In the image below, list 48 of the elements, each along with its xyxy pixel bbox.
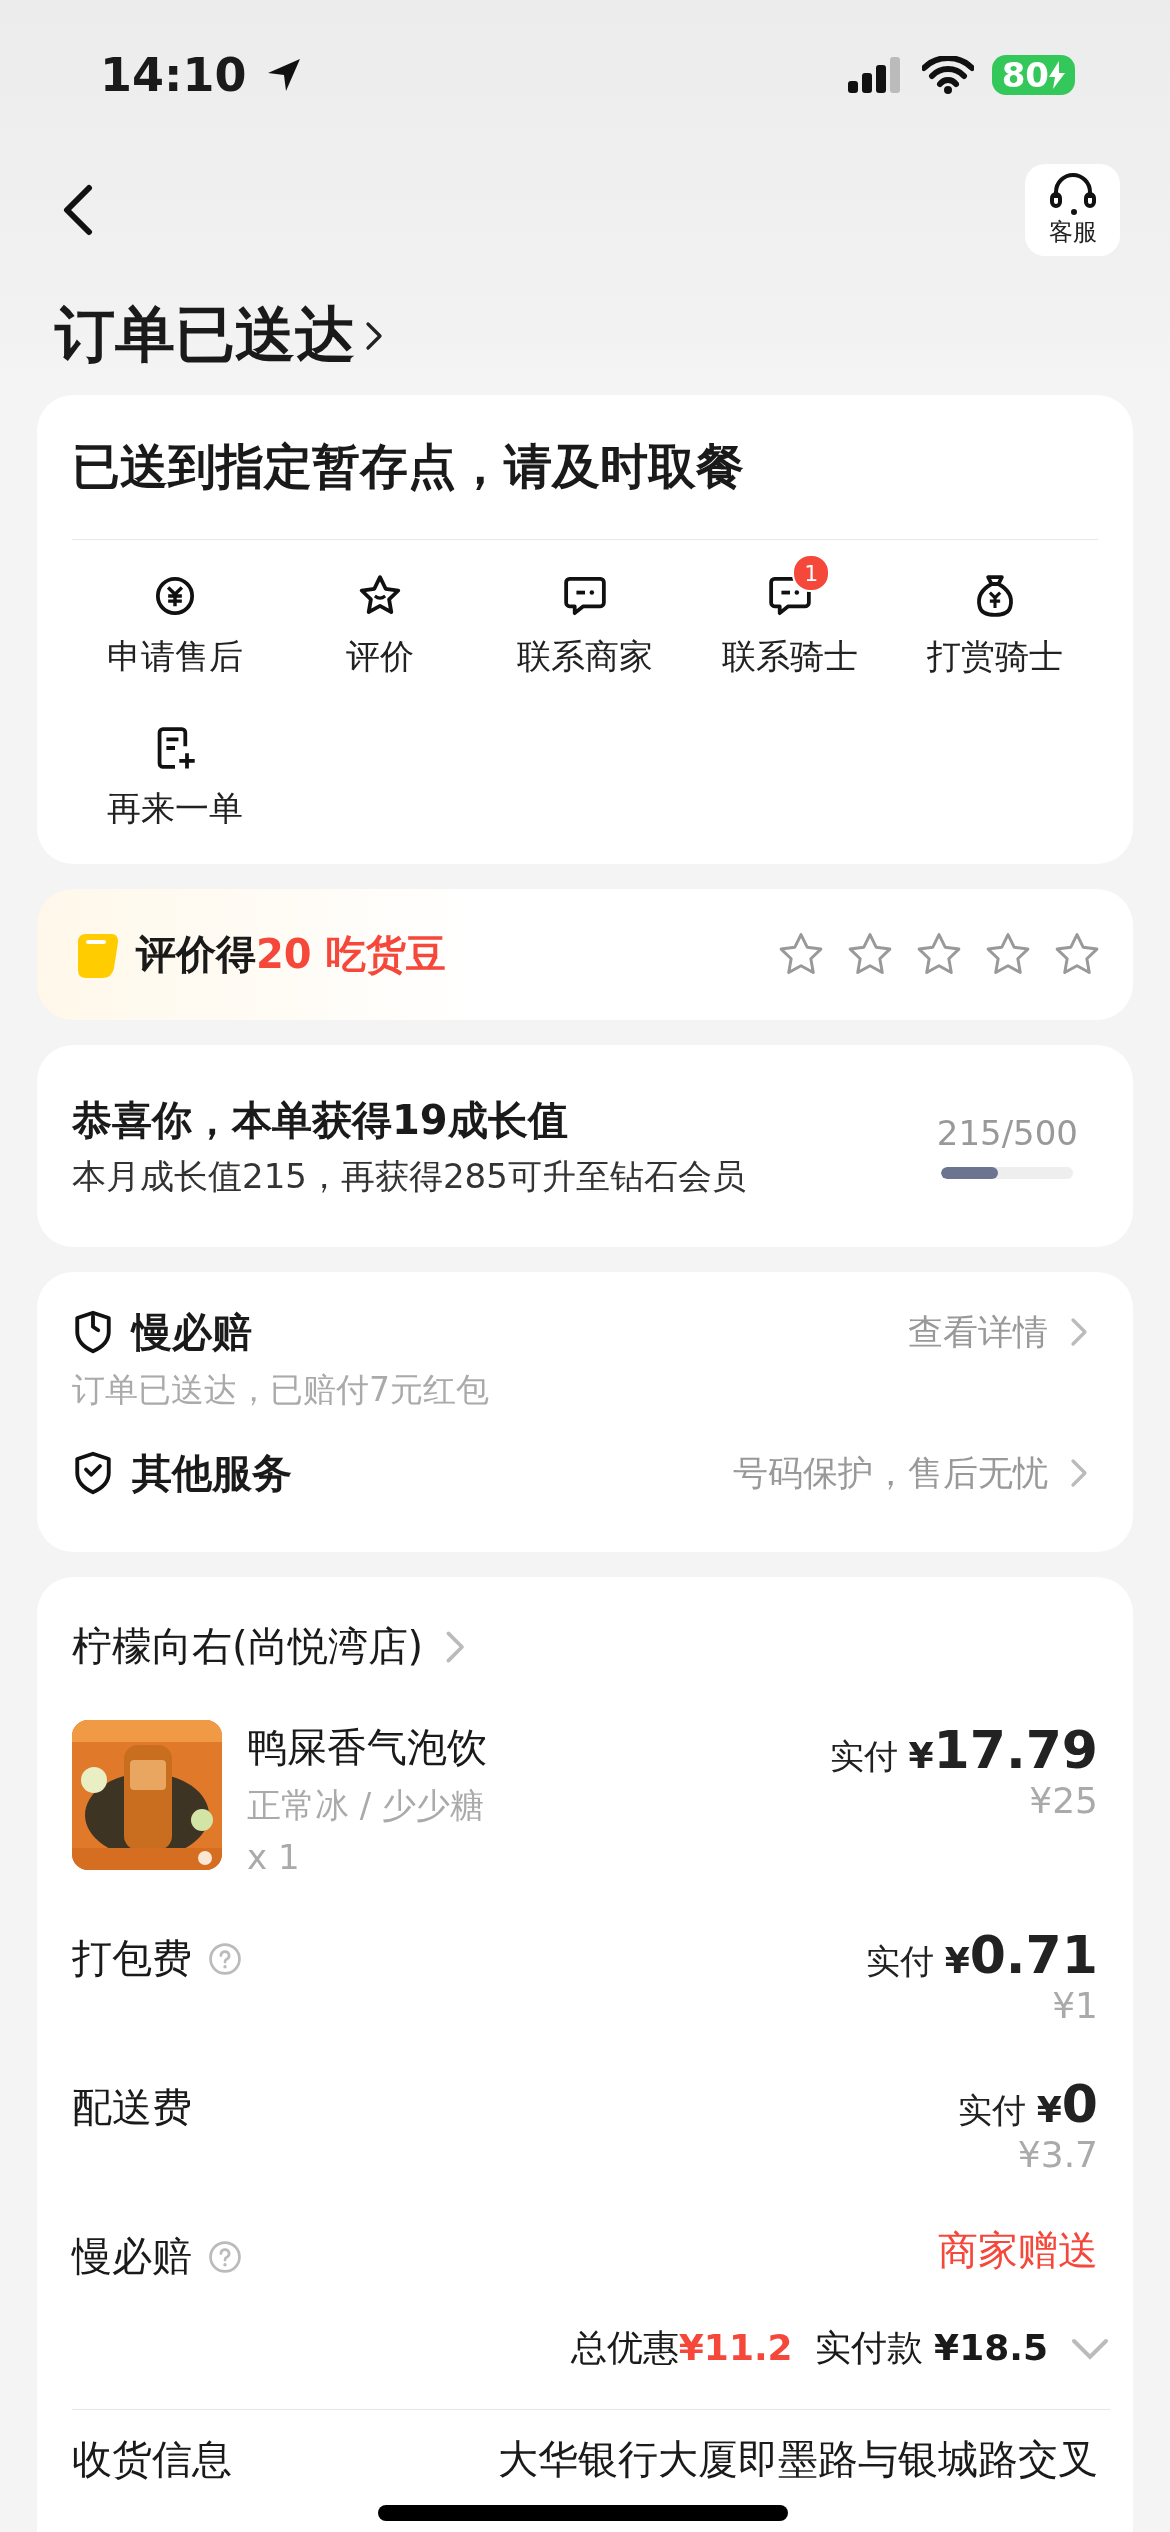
action-button[interactable]: 联系商家	[517, 560, 653, 692]
help-icon[interactable]	[208, 2239, 242, 2274]
total-discount: 总优惠¥11.2	[570, 2326, 793, 2370]
paid-price: 实付 ¥17.79	[829, 1720, 1098, 1780]
help-icon[interactable]	[208, 1941, 242, 1976]
fee-label: 慢必赔	[72, 2232, 192, 2281]
action-button[interactable]: 申请售后	[106, 560, 243, 692]
expand-chevron-icon[interactable]	[1070, 2336, 1110, 2361]
action-button[interactable]: 打赏骑士	[927, 560, 1064, 692]
chevron-icon	[1070, 1317, 1088, 1347]
service-note: 订单已送达，已赔付7元红包	[72, 1369, 490, 1411]
chevron-icon	[1070, 1458, 1088, 1488]
unread-badge: 1	[792, 554, 831, 592]
service-title: 其他服务	[132, 1448, 292, 1498]
shield-clock-icon	[72, 1309, 114, 1355]
address-value: 大华银行大厦即墨路与银城路交叉	[498, 2435, 1098, 2484]
growth-reading: 215/500	[936, 1113, 1078, 1153]
action-button[interactable]: 再来一单	[106, 712, 243, 844]
product-options: 正常冰 / 少少糖	[247, 1783, 805, 1829]
shield-check-icon	[72, 1450, 114, 1496]
product-name: 鸭屎香气泡饮	[247, 1723, 488, 1772]
chevron-icon	[365, 320, 383, 351]
action-button[interactable]: 评价	[345, 560, 414, 692]
back-icon[interactable]	[63, 184, 93, 236]
wifi-icon	[921, 56, 974, 94]
original-price: ¥3.7	[1017, 2134, 1098, 2175]
fee-label: 打包费	[72, 1934, 192, 1983]
paid-price: 实付 ¥0	[957, 2074, 1098, 2134]
product-quantity: x 1	[247, 1837, 301, 1877]
fee-note: 商家赠送	[938, 2226, 1098, 2275]
headset-icon	[1047, 172, 1098, 216]
paid-price: 实付 ¥0.71	[865, 1925, 1098, 1985]
growth-subtitle: 本月成长值215，再获得285可升至钻石会员	[72, 1154, 746, 1198]
order-status-title[interactable]: 订单已送达	[55, 295, 383, 376]
customer-service-button[interactable]: 客服	[1025, 164, 1120, 256]
total-paid: 实付款 ¥18.5	[814, 2326, 1048, 2370]
service-title: 慢必赔	[132, 1307, 252, 1357]
rating-reward-text: 评价得20 吃货豆	[136, 930, 446, 979]
delivery-message: 已送到指定暂存点，请及时取餐	[72, 437, 744, 496]
battery-indicator: 80	[991, 55, 1075, 95]
fee-label: 配送费	[72, 2083, 192, 2132]
address-label: 收货信息	[72, 2435, 232, 2484]
clock-time: 14:10	[100, 48, 247, 102]
original-price: ¥25	[1029, 1780, 1098, 1821]
chevron-icon	[445, 1629, 466, 1664]
growth-title: 恭喜你，本单获得19成长值	[72, 1095, 569, 1145]
original-price: ¥1	[1052, 1985, 1098, 2026]
store-name-link[interactable]: 柠檬向右(尚悦湾店)	[72, 1619, 466, 1674]
